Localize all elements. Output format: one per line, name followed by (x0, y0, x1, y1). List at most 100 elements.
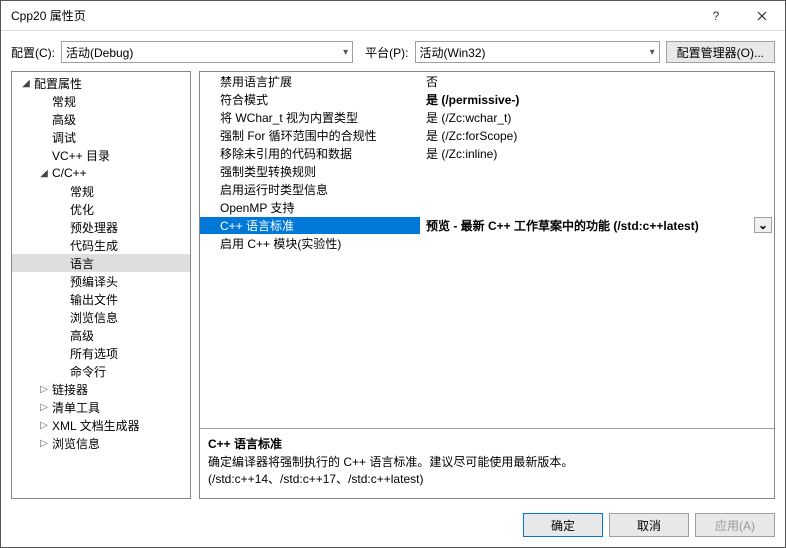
property-row[interactable]: 禁用语言扩展否 (200, 72, 774, 90)
tree-item[interactable]: 高级 (12, 326, 190, 344)
tree-item[interactable]: ▷清单工具 (12, 398, 190, 416)
tree-item[interactable]: 命令行 (12, 362, 190, 380)
tree-item[interactable]: 优化 (12, 200, 190, 218)
expand-icon[interactable]: ▷ (38, 420, 50, 431)
tree-item[interactable]: 语言 (12, 254, 190, 272)
help-button[interactable]: ? (693, 1, 739, 31)
property-label: 符合模式 (200, 91, 420, 108)
config-value: 活动(Debug) (66, 44, 133, 61)
property-label: 启用 C++ 模块(实验性) (200, 235, 420, 252)
property-label: OpenMP 支持 (200, 199, 420, 216)
property-row[interactable]: 将 WChar_t 视为内置类型是 (/Zc:wchar_t) (200, 108, 774, 126)
tree-item[interactable]: 预处理器 (12, 218, 190, 236)
property-row[interactable]: OpenMP 支持 (200, 198, 774, 216)
tree-item-label: 输出文件 (70, 291, 118, 308)
tree-item[interactable]: ▷XML 文档生成器 (12, 416, 190, 434)
config-select[interactable]: 活动(Debug) ▾ (61, 41, 353, 63)
chevron-down-icon: ▾ (650, 47, 655, 58)
config-manager-button[interactable]: 配置管理器(O)... (666, 41, 775, 63)
tree-item[interactable]: 所有选项 (12, 344, 190, 362)
tree-item-label: VC++ 目录 (52, 147, 110, 164)
property-label: 强制 For 循环范围中的合规性 (200, 127, 420, 144)
property-value[interactable]: 是 (/permissive-) (420, 91, 774, 108)
ok-button[interactable]: 确定 (523, 513, 603, 537)
tree-item-label: XML 文档生成器 (52, 417, 140, 434)
dropdown-button[interactable]: ⌄ (754, 217, 772, 233)
expand-icon[interactable]: ▷ (38, 384, 50, 395)
property-value[interactable]: 是 (/Zc:wchar_t) (420, 109, 774, 126)
expand-icon[interactable]: ▷ (38, 402, 50, 413)
tree-item[interactable]: 浏览信息 (12, 308, 190, 326)
tree-item[interactable]: ◢配置属性 (12, 74, 190, 92)
platform-label: 平台(P): (365, 44, 408, 61)
tree-item-label: 浏览信息 (52, 435, 100, 452)
tree-item[interactable]: 常规 (12, 182, 190, 200)
tree-item-label: 预处理器 (70, 219, 118, 236)
property-label: 移除未引用的代码和数据 (200, 145, 420, 162)
expand-icon[interactable]: ▷ (38, 438, 50, 449)
tree-item-label: 预编译头 (70, 273, 118, 290)
tree-item-label: 命令行 (70, 363, 106, 380)
tree-item[interactable]: ▷链接器 (12, 380, 190, 398)
tree-item-label: 配置属性 (34, 75, 82, 92)
tree-item[interactable]: 高级 (12, 110, 190, 128)
property-value[interactable]: 预览 - 最新 C++ 工作草案中的功能 (/std:c++latest)⌄ (420, 217, 774, 234)
close-icon (757, 11, 767, 21)
property-label: C++ 语言标准 (200, 217, 420, 234)
tree-item-label: 清单工具 (52, 399, 100, 416)
property-row[interactable]: 启用 C++ 模块(实验性) (200, 234, 774, 252)
tree-item-label: 优化 (70, 201, 94, 218)
tree-item-label: 链接器 (52, 381, 88, 398)
tree-item-label: 高级 (52, 111, 76, 128)
tree-item-label: 语言 (70, 255, 94, 272)
tree-item[interactable]: 调试 (12, 128, 190, 146)
tree-item-label: 所有选项 (70, 345, 118, 362)
main-area: ◢配置属性常规高级调试VC++ 目录◢C/C++常规优化预处理器代码生成语言预编… (1, 71, 785, 507)
property-row[interactable]: 强制类型转换规则 (200, 162, 774, 180)
titlebar: Cpp20 属性页 ? (1, 1, 785, 31)
description-title: C++ 语言标准 (208, 435, 766, 452)
description-panel: C++ 语言标准 确定编译器将强制执行的 C++ 语言标准。建议尽可能使用最新版… (200, 428, 774, 498)
tree-item[interactable]: 预编译头 (12, 272, 190, 290)
tree-item-label: 常规 (70, 183, 94, 200)
property-row[interactable]: 启用运行时类型信息 (200, 180, 774, 198)
tree-item-label: 高级 (70, 327, 94, 344)
property-row[interactable]: 强制 For 循环范围中的合规性是 (/Zc:forScope) (200, 126, 774, 144)
property-row[interactable]: 符合模式是 (/permissive-) (200, 90, 774, 108)
chevron-down-icon: ⌄ (758, 218, 768, 232)
tree-item[interactable]: 代码生成 (12, 236, 190, 254)
property-label: 启用运行时类型信息 (200, 181, 420, 198)
collapse-icon[interactable]: ◢ (38, 168, 50, 179)
property-value[interactable]: 是 (/Zc:forScope) (420, 127, 774, 144)
tree-item-label: 浏览信息 (70, 309, 118, 326)
right-panel: 禁用语言扩展否符合模式是 (/permissive-)将 WChar_t 视为内… (199, 71, 775, 499)
tree-item[interactable]: ▷浏览信息 (12, 434, 190, 452)
tree-item-label: 代码生成 (70, 237, 118, 254)
tree-item-label: C/C++ (52, 166, 87, 180)
window-title: Cpp20 属性页 (11, 7, 693, 24)
apply-button[interactable]: 应用(A) (695, 513, 775, 537)
tree-item[interactable]: ◢C/C++ (12, 164, 190, 182)
description-text: 确定编译器将强制执行的 C++ 语言标准。建议尽可能使用最新版本。(/std:c… (208, 454, 766, 488)
property-grid[interactable]: 禁用语言扩展否符合模式是 (/permissive-)将 WChar_t 视为内… (200, 72, 774, 428)
property-row[interactable]: C++ 语言标准预览 - 最新 C++ 工作草案中的功能 (/std:c++la… (200, 216, 774, 234)
cancel-button[interactable]: 取消 (609, 513, 689, 537)
property-label: 将 WChar_t 视为内置类型 (200, 109, 420, 126)
tree-item-label: 调试 (52, 129, 76, 146)
property-row[interactable]: 移除未引用的代码和数据是 (/Zc:inline) (200, 144, 774, 162)
property-value[interactable]: 是 (/Zc:inline) (420, 145, 774, 162)
tree-item[interactable]: 常规 (12, 92, 190, 110)
collapse-icon[interactable]: ◢ (20, 78, 32, 89)
platform-value: 活动(Win32) (420, 44, 486, 61)
config-toolbar: 配置(C): 活动(Debug) ▾ 平台(P): 活动(Win32) ▾ 配置… (1, 31, 785, 71)
config-label: 配置(C): (11, 44, 55, 61)
footer: 确定 取消 应用(A) (1, 507, 785, 547)
property-label: 禁用语言扩展 (200, 73, 420, 90)
tree-item[interactable]: VC++ 目录 (12, 146, 190, 164)
platform-select[interactable]: 活动(Win32) ▾ (415, 41, 660, 63)
tree-panel[interactable]: ◢配置属性常规高级调试VC++ 目录◢C/C++常规优化预处理器代码生成语言预编… (11, 71, 191, 499)
property-value[interactable]: 否 (420, 73, 774, 90)
close-button[interactable] (739, 1, 785, 31)
tree-item[interactable]: 输出文件 (12, 290, 190, 308)
chevron-down-icon: ▾ (343, 47, 348, 58)
